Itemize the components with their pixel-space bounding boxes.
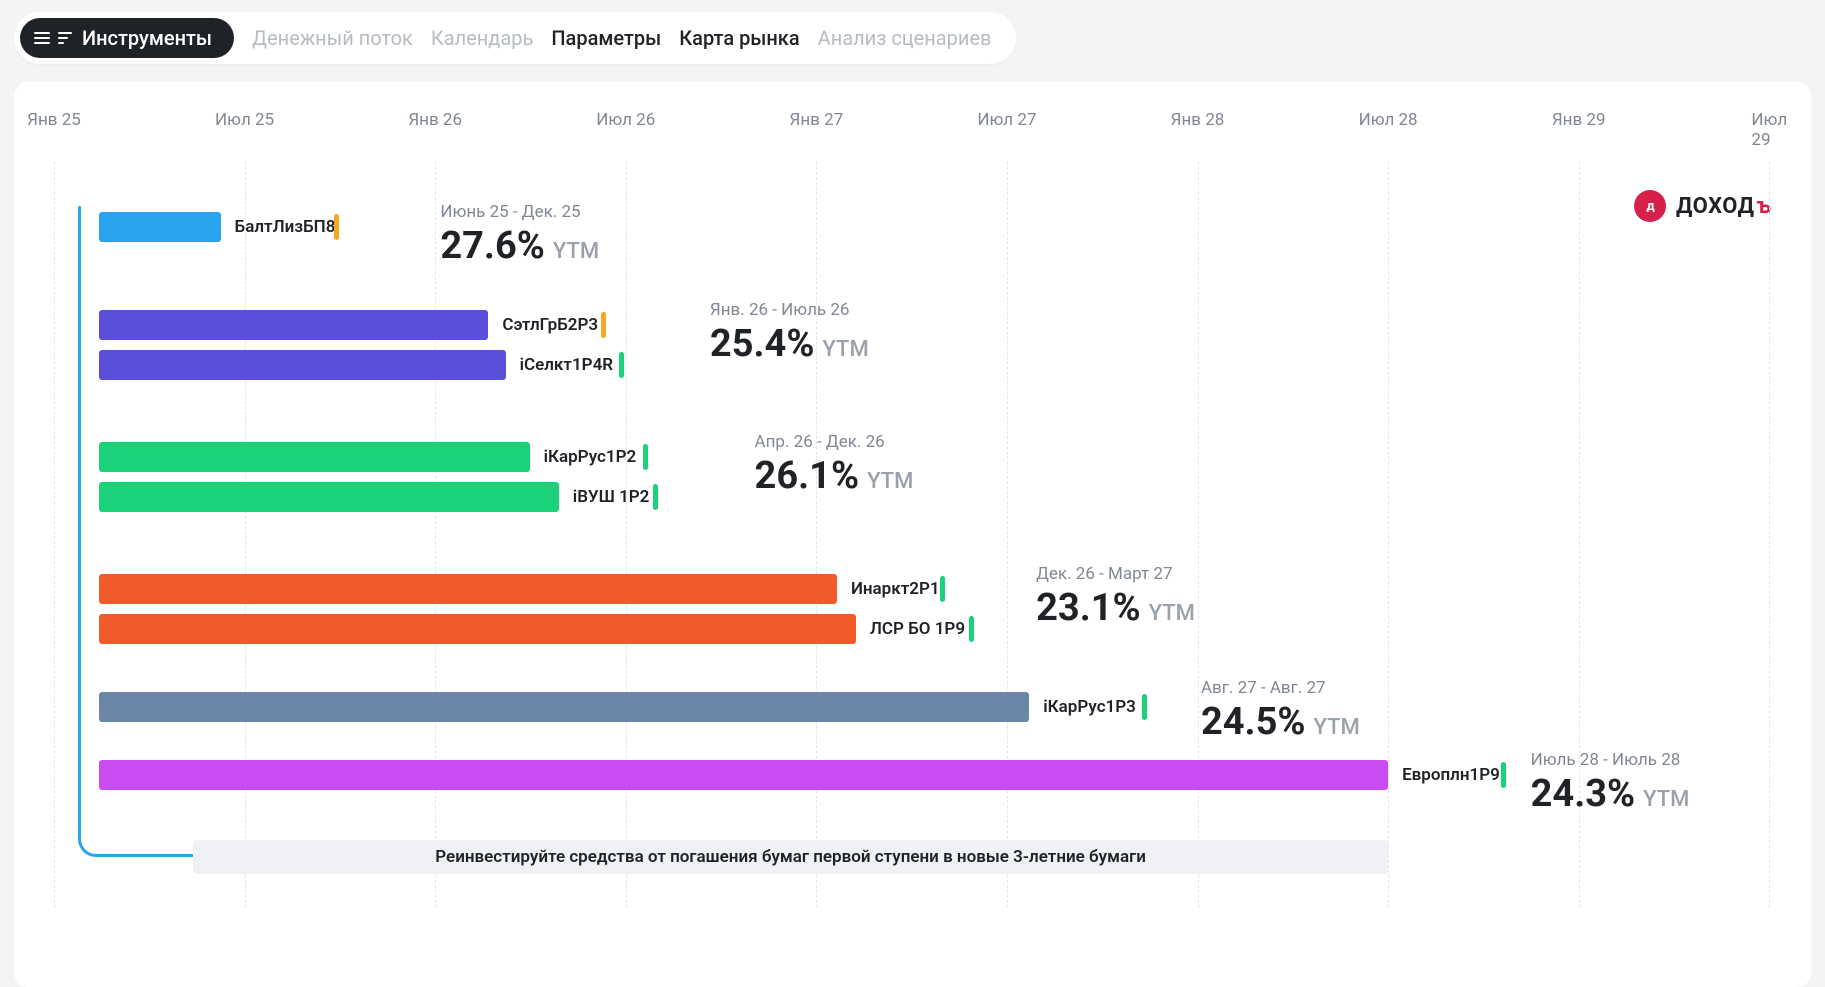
timeline-bar[interactable]	[99, 760, 1388, 790]
ytm-metric: Янв. 26 - Июль 2625.4% YTM	[710, 300, 869, 366]
bar-row: iСелкт1P4R	[54, 350, 1771, 384]
grid-line	[1007, 162, 1008, 908]
bar-label: БалтЛизБП8	[235, 217, 336, 237]
ytm-metric: Апр. 26 - Дек. 2626.1% YTM	[755, 432, 914, 498]
ytm-value: 24.3%	[1531, 772, 1636, 816]
status-tick	[969, 616, 974, 642]
ytm-value: 27.6%	[440, 224, 545, 268]
gantt-chart: д ДОХОД ъ БалтЛизБП8Июнь 25 - Дек. 2527.…	[54, 168, 1771, 908]
timeline-bar[interactable]	[99, 212, 221, 242]
bar-row: Европлн1Р9	[54, 760, 1771, 794]
bar-row: БалтЛизБП8	[54, 212, 1771, 246]
ytm-metric: Июнь 25 - Дек. 2527.6% YTM	[440, 202, 599, 268]
ytm-metric: Дек. 26 - Март 2723.1% YTM	[1036, 564, 1195, 630]
axis-tick: Июл 25	[215, 110, 274, 130]
status-tick	[619, 352, 624, 378]
grid-line	[245, 162, 246, 908]
period-range: Янв. 26 - Июль 26	[710, 300, 869, 320]
axis-tick: Июл 28	[1359, 110, 1418, 130]
axis-tick: Янв 26	[408, 110, 462, 130]
grid-line	[435, 162, 436, 908]
timeline-bar[interactable]	[99, 310, 489, 340]
ytm-label: YTM	[1313, 715, 1359, 740]
period-range: Июль 28 - Июль 28	[1531, 750, 1690, 770]
bar-row: ЛСР БО 1Р9	[54, 614, 1771, 648]
chart-panel: Янв 25 Июл 25 Янв 26 Июл 26 Янв 27 Июл 27 Янв …	[14, 82, 1811, 987]
bar-label: iВУШ 1Р2	[573, 487, 650, 507]
timeline-bar[interactable]	[99, 614, 856, 644]
sort-icon	[58, 32, 72, 44]
axis-tick: Июл 26	[596, 110, 655, 130]
grid-line	[626, 162, 627, 908]
period-range: Июнь 25 - Дек. 25	[440, 202, 599, 222]
ytm-label: YTM	[1643, 787, 1689, 812]
grid-line	[1388, 162, 1389, 908]
grid-line	[54, 162, 55, 908]
axis-tick: Июл 29	[1751, 110, 1787, 150]
axis-tick: Июл 27	[977, 110, 1036, 130]
bar-label: ЛСР БО 1Р9	[870, 619, 965, 639]
timeline-bar[interactable]	[99, 482, 559, 512]
pill-label: Инструменты	[82, 26, 212, 50]
timeline-bar[interactable]	[99, 442, 530, 472]
tab-cashflow[interactable]: Денежный поток	[252, 26, 413, 50]
grid-line	[816, 162, 817, 908]
time-axis: Янв 25Июл 25Янв 26Июл 26Янв 27Июл 27Янв …	[54, 110, 1771, 138]
status-tick	[940, 576, 945, 602]
tab-market-map[interactable]: Карта рынка	[679, 26, 799, 50]
axis-tick: Янв 25	[27, 110, 81, 130]
bar-row: СэтлГрБ2Р3	[54, 310, 1771, 344]
timeline-bar[interactable]	[99, 350, 506, 380]
ytm-label: YTM	[867, 469, 913, 494]
status-tick	[601, 312, 606, 338]
grid-line	[1198, 162, 1199, 908]
ytm-value: 23.1%	[1036, 586, 1141, 630]
ytm-label: YTM	[822, 337, 868, 362]
bar-row: iКарРус1Р3	[54, 692, 1771, 726]
ytm-value: 25.4%	[710, 322, 815, 366]
ytm-value: 26.1%	[755, 454, 860, 498]
menu-icon	[34, 32, 50, 44]
ytm-label: YTM	[553, 239, 599, 264]
axis-tick: Янв 27	[790, 110, 844, 130]
bar-label: Инаркт2Р1	[851, 579, 940, 599]
timeline-bar[interactable]	[99, 692, 1030, 722]
ytm-metric: Июль 28 - Июль 2824.3% YTM	[1531, 750, 1690, 816]
status-tick	[643, 444, 648, 470]
period-range: Авг. 27 - Авг. 27	[1201, 678, 1360, 698]
reinvest-banner: Реинвестируйте средства от погашения бум…	[193, 840, 1388, 874]
axis-tick: Янв 29	[1552, 110, 1606, 130]
period-range: Апр. 26 - Дек. 26	[755, 432, 914, 452]
period-range: Дек. 26 - Март 27	[1036, 564, 1195, 584]
bar-label: iСелкт1P4R	[520, 355, 614, 375]
bar-label: iКарРус1Р2	[544, 447, 637, 467]
top-nav: Инструменты Денежный поток Календарь Пар…	[14, 12, 1016, 64]
tab-calendar[interactable]: Календарь	[431, 26, 533, 50]
status-tick	[1142, 694, 1147, 720]
ytm-value: 24.5%	[1201, 700, 1306, 744]
status-tick	[1501, 762, 1506, 788]
instruments-pill[interactable]: Инструменты	[20, 18, 234, 58]
bar-label: iКарРус1Р3	[1043, 697, 1136, 717]
ytm-metric: Авг. 27 - Авг. 2724.5% YTM	[1201, 678, 1360, 744]
bar-label: СэтлГрБ2Р3	[502, 315, 598, 335]
status-tick	[334, 214, 339, 240]
status-tick	[653, 484, 658, 510]
timeline-bar[interactable]	[99, 574, 837, 604]
tab-scenario[interactable]: Анализ сценариев	[818, 26, 992, 50]
axis-tick: Янв 28	[1171, 110, 1225, 130]
bar-label: Европлн1Р9	[1402, 765, 1500, 785]
ytm-label: YTM	[1149, 601, 1195, 626]
tab-params[interactable]: Параметры	[551, 26, 661, 50]
bar-row: Инаркт2Р1	[54, 574, 1771, 608]
grid-line	[1769, 162, 1770, 908]
